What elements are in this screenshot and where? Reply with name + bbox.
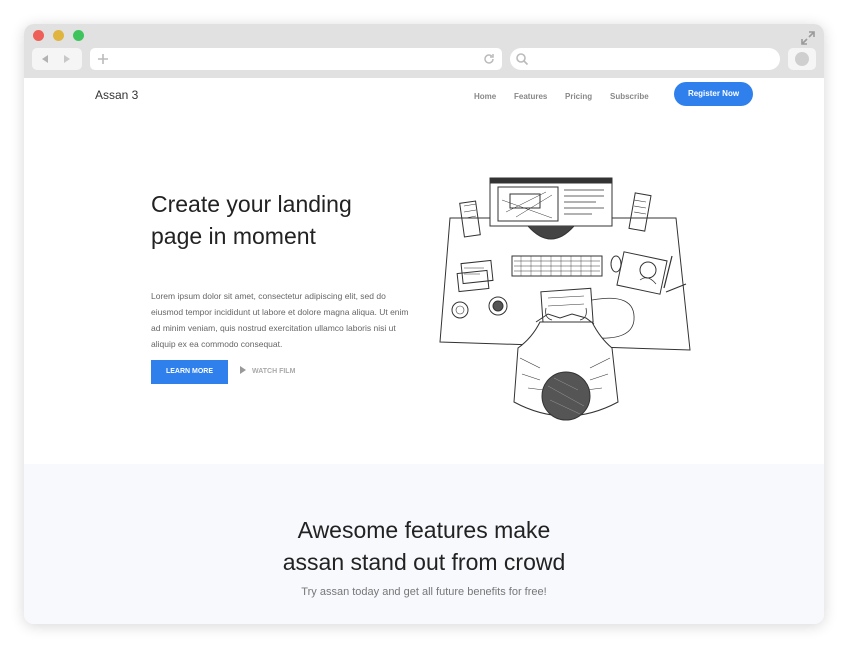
hero-description: Lorem ipsum dolor sit amet, consectetur … [151,291,409,349]
landing-page: Assan 3 Home Features Pricing Subscribe … [24,78,824,624]
watch-film-button[interactable]: WATCH FILM [240,360,295,384]
hero-title-line-2: page in moment [151,223,316,249]
features-subtitle: Try assan today and get all future benef… [301,586,547,598]
learn-more-button[interactable]: LEARN MORE [151,360,228,384]
reload-icon[interactable] [482,52,496,66]
nav-subscribe[interactable]: Subscribe [610,92,649,101]
search-icon [516,53,529,66]
register-now-button[interactable]: Register Now [674,82,753,106]
browser-chrome [24,24,824,78]
new-tab-plus-icon[interactable] [96,52,110,66]
browser-window: Assan 3 Home Features Pricing Subscribe … [24,24,824,624]
zoom-window-button[interactable] [73,30,84,41]
workspace-illustration [439,177,691,421]
features-title-line-2: assan stand out from crowd [282,549,566,575]
features-title: Awesome features make assan stand out fr… [24,514,824,578]
circle-icon [795,52,809,66]
close-window-button[interactable] [33,30,44,41]
forward-arrow-icon[interactable] [62,54,72,64]
address-bar[interactable] [90,48,502,70]
brand-logo[interactable]: Assan 3 [95,88,138,102]
features-title-line-1: Awesome features make [297,517,551,543]
nav-home[interactable]: Home [474,92,496,101]
history-buttons [32,48,82,70]
nav-features[interactable]: Features [514,92,547,101]
fullscreen-icon[interactable] [800,30,816,46]
play-icon [240,366,246,374]
nav-pricing[interactable]: Pricing [565,92,592,101]
browser-search-bar[interactable] [510,48,780,70]
hero-title-line-1: Create your landing [151,191,352,217]
watch-film-label: WATCH FILM [252,368,296,375]
features-section: Awesome features make assan stand out fr… [24,464,824,624]
extension-button[interactable] [788,48,816,70]
back-arrow-icon[interactable] [40,54,50,64]
minimize-window-button[interactable] [53,30,64,41]
hero-title: Create your landing page in moment [151,188,411,252]
